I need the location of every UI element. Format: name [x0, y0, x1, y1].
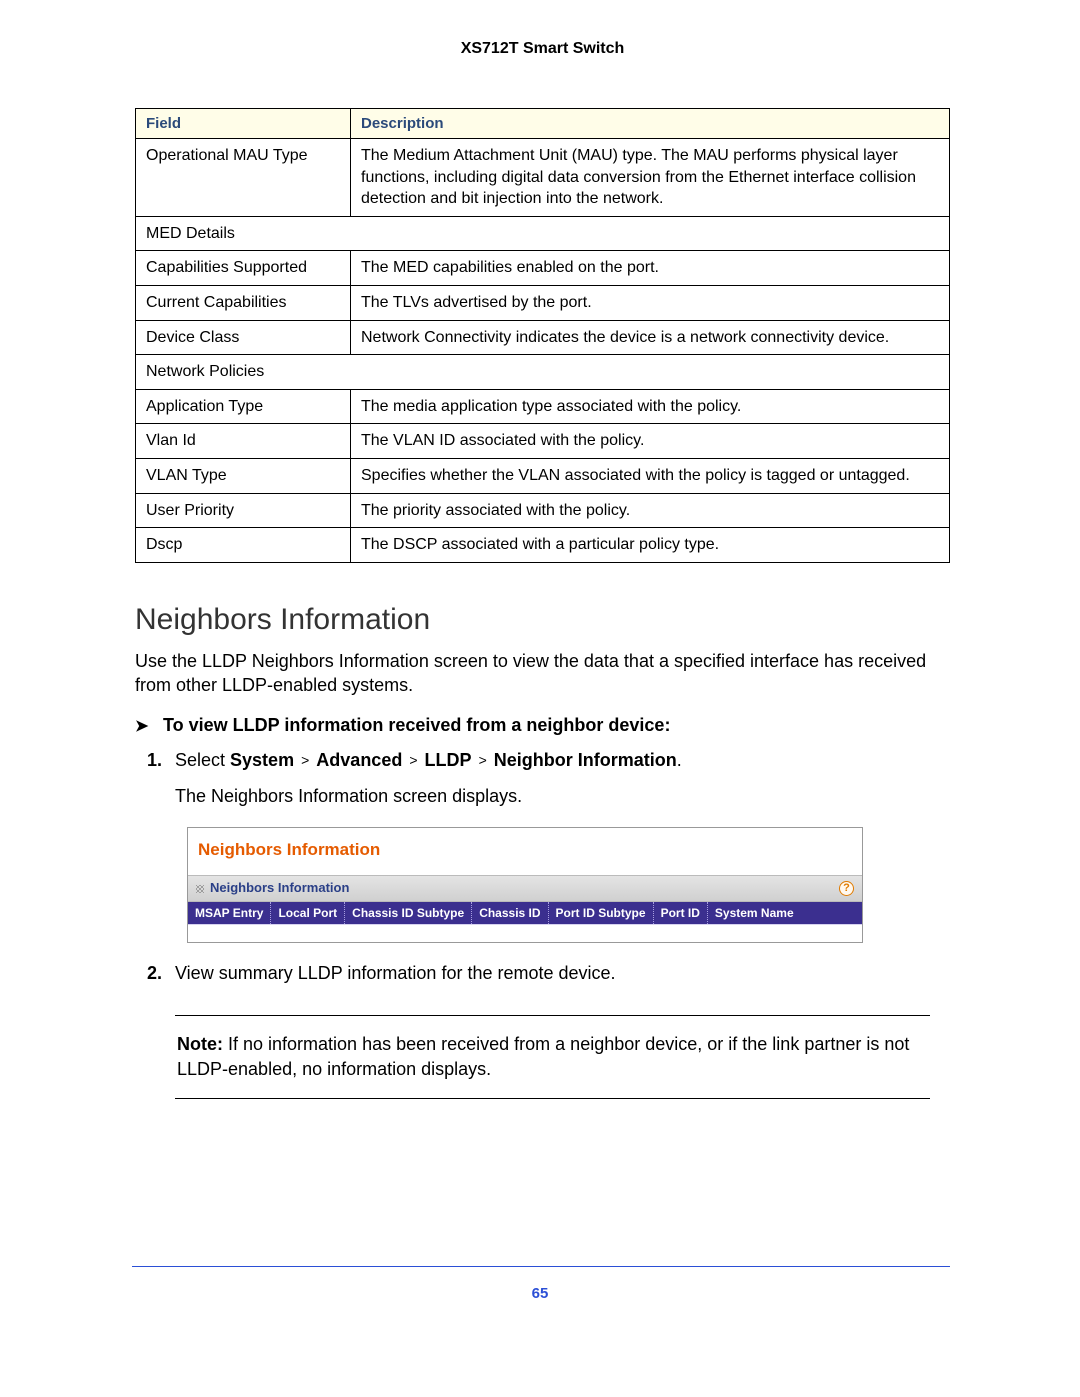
table-row: User Priority The priority associated wi…	[136, 493, 950, 528]
cell-section: Network Policies	[136, 355, 950, 390]
ui-panel-title: Neighbors Information	[188, 828, 862, 876]
cell-desc: The TLVs advertised by the port.	[351, 285, 950, 320]
step-2: 2. View summary LLDP information for the…	[175, 961, 950, 986]
table-row: Current Capabilities The TLVs advertised…	[136, 285, 950, 320]
cell-field: Operational MAU Type	[136, 139, 351, 217]
cell-desc: Specifies whether the VLAN associated wi…	[351, 458, 950, 493]
table-row: Capabilities Supported The MED capabilit…	[136, 251, 950, 286]
cell-field: User Priority	[136, 493, 351, 528]
table-row: MED Details	[136, 216, 950, 251]
section-heading: Neighbors Information	[135, 603, 950, 637]
ui-empty-row	[188, 924, 862, 942]
ui-sub-title: Neighbors Information	[210, 879, 349, 897]
procedure-title-text: To view LLDP information received from a…	[163, 715, 670, 735]
th-field: Field	[136, 109, 351, 139]
section-intro: Use the LLDP Neighbors Information scree…	[135, 649, 950, 698]
cell-desc: The MED capabilities enabled on the port…	[351, 251, 950, 286]
cell-desc: The priority associated with the policy.	[351, 493, 950, 528]
neighbors-info-ui: Neighbors Information Neighbors Informat…	[187, 827, 863, 944]
table-row: Application Type The media application t…	[136, 389, 950, 424]
chevron-icon: >	[477, 752, 489, 768]
cell-section: MED Details	[136, 216, 950, 251]
cell-desc: The media application type associated wi…	[351, 389, 950, 424]
step-1-prefix: Select	[175, 750, 230, 770]
col-local-port[interactable]: Local Port	[271, 902, 345, 925]
cell-field: VLAN Type	[136, 458, 351, 493]
page-number: 65	[0, 1285, 1080, 1302]
col-chassis-id[interactable]: Chassis ID	[472, 902, 548, 925]
nav-neighbor-info: Neighbor Information	[494, 750, 677, 770]
col-chassis-id-subtype[interactable]: Chassis ID Subtype	[345, 902, 472, 925]
step-1-sub: The Neighbors Information screen display…	[175, 784, 950, 809]
ui-subheader-bar: Neighbors Information ?	[188, 875, 862, 901]
step-2-text: View summary LLDP information for the re…	[175, 963, 616, 983]
note-block: Note: If no information has been receive…	[175, 1015, 930, 1099]
drag-dots-icon	[196, 885, 204, 893]
step-number: 2.	[147, 961, 162, 986]
table-row: Operational MAU Type The Medium Attachme…	[136, 139, 950, 217]
procedure-title: ➤ To view LLDP information received from…	[135, 715, 950, 736]
col-msap-entry[interactable]: MSAP Entry	[188, 902, 271, 925]
step-1: 1. Select System > Advanced > LLDP > Nei…	[175, 748, 950, 943]
cell-field: Current Capabilities	[136, 285, 351, 320]
nav-suffix: .	[677, 750, 682, 770]
page-header-product: XS712T Smart Switch	[135, 40, 950, 58]
col-port-id[interactable]: Port ID	[654, 902, 708, 925]
cell-field: Vlan Id	[136, 424, 351, 459]
cell-desc: The VLAN ID associated with the policy.	[351, 424, 950, 459]
nav-system: System	[230, 750, 294, 770]
table-row: Vlan Id The VLAN ID associated with the …	[136, 424, 950, 459]
arrow-icon: ➤	[135, 716, 148, 736]
table-row: Network Policies	[136, 355, 950, 390]
cell-desc: The Medium Attachment Unit (MAU) type. T…	[351, 139, 950, 217]
footer-rule	[132, 1266, 950, 1267]
cell-field: Application Type	[136, 389, 351, 424]
table-row: Device Class Network Connectivity indica…	[136, 320, 950, 355]
field-description-table: Field Description Operational MAU Type T…	[135, 108, 950, 563]
col-system-name[interactable]: System Name	[708, 902, 862, 925]
table-row: Dscp The DSCP associated with a particul…	[136, 528, 950, 563]
nav-advanced: Advanced	[316, 750, 402, 770]
th-description: Description	[351, 109, 950, 139]
chevron-icon: >	[407, 752, 419, 768]
cell-field: Device Class	[136, 320, 351, 355]
help-icon[interactable]: ?	[839, 881, 854, 896]
cell-desc: The DSCP associated with a particular po…	[351, 528, 950, 563]
note-label: Note:	[177, 1034, 223, 1054]
note-text: If no information has been received from…	[177, 1034, 909, 1079]
table-row: VLAN Type Specifies whether the VLAN ass…	[136, 458, 950, 493]
ui-column-header-row: MSAP Entry Local Port Chassis ID Subtype…	[188, 902, 862, 925]
step-number: 1.	[147, 748, 162, 773]
col-port-id-subtype[interactable]: Port ID Subtype	[549, 902, 654, 925]
cell-field: Dscp	[136, 528, 351, 563]
cell-field: Capabilities Supported	[136, 251, 351, 286]
cell-desc: Network Connectivity indicates the devic…	[351, 320, 950, 355]
nav-lldp: LLDP	[425, 750, 472, 770]
chevron-icon: >	[299, 752, 311, 768]
